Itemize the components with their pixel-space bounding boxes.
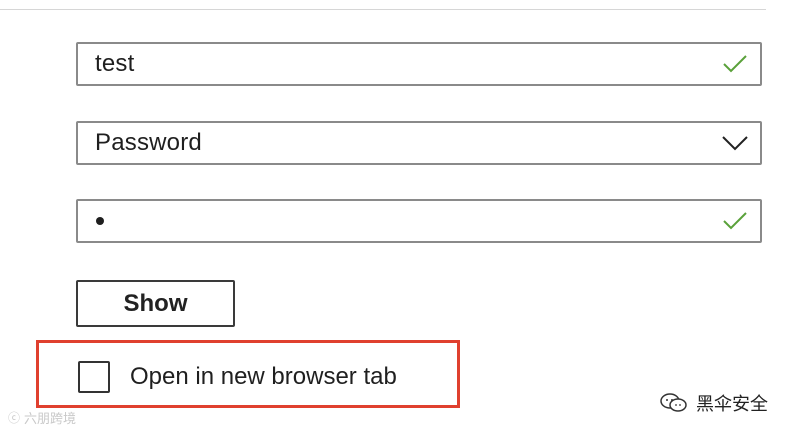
password-field[interactable] <box>76 199 762 243</box>
show-password-button[interactable]: Show <box>76 280 235 327</box>
username-field[interactable]: test <box>76 42 762 86</box>
top-divider <box>0 9 766 10</box>
wechat-icon <box>660 393 687 412</box>
login-form-page: test Password Show Open in new browser t… <box>0 0 794 436</box>
watermark-left: ⓒ 六朋跨境 <box>8 408 76 427</box>
username-value: test <box>95 50 135 77</box>
chevron-down-icon <box>722 136 748 151</box>
auth-type-select[interactable]: Password <box>76 121 762 165</box>
watermark-left-text: 六朋跨境 <box>24 411 77 426</box>
check-icon <box>723 212 747 230</box>
watermark-right: 黑伞安全 <box>660 390 768 416</box>
auth-type-selected-value: Password <box>95 129 202 156</box>
open-new-tab-label: Open in new browser tab <box>130 363 397 390</box>
open-new-tab-checkbox[interactable] <box>78 361 110 393</box>
watermark-right-text: 黑伞安全 <box>696 394 768 414</box>
open-new-tab-option[interactable]: Open in new browser tab <box>78 360 397 394</box>
watermark-logo-icon: ⓒ <box>8 411 21 425</box>
password-mask-dot <box>96 217 104 225</box>
check-icon <box>723 55 747 73</box>
